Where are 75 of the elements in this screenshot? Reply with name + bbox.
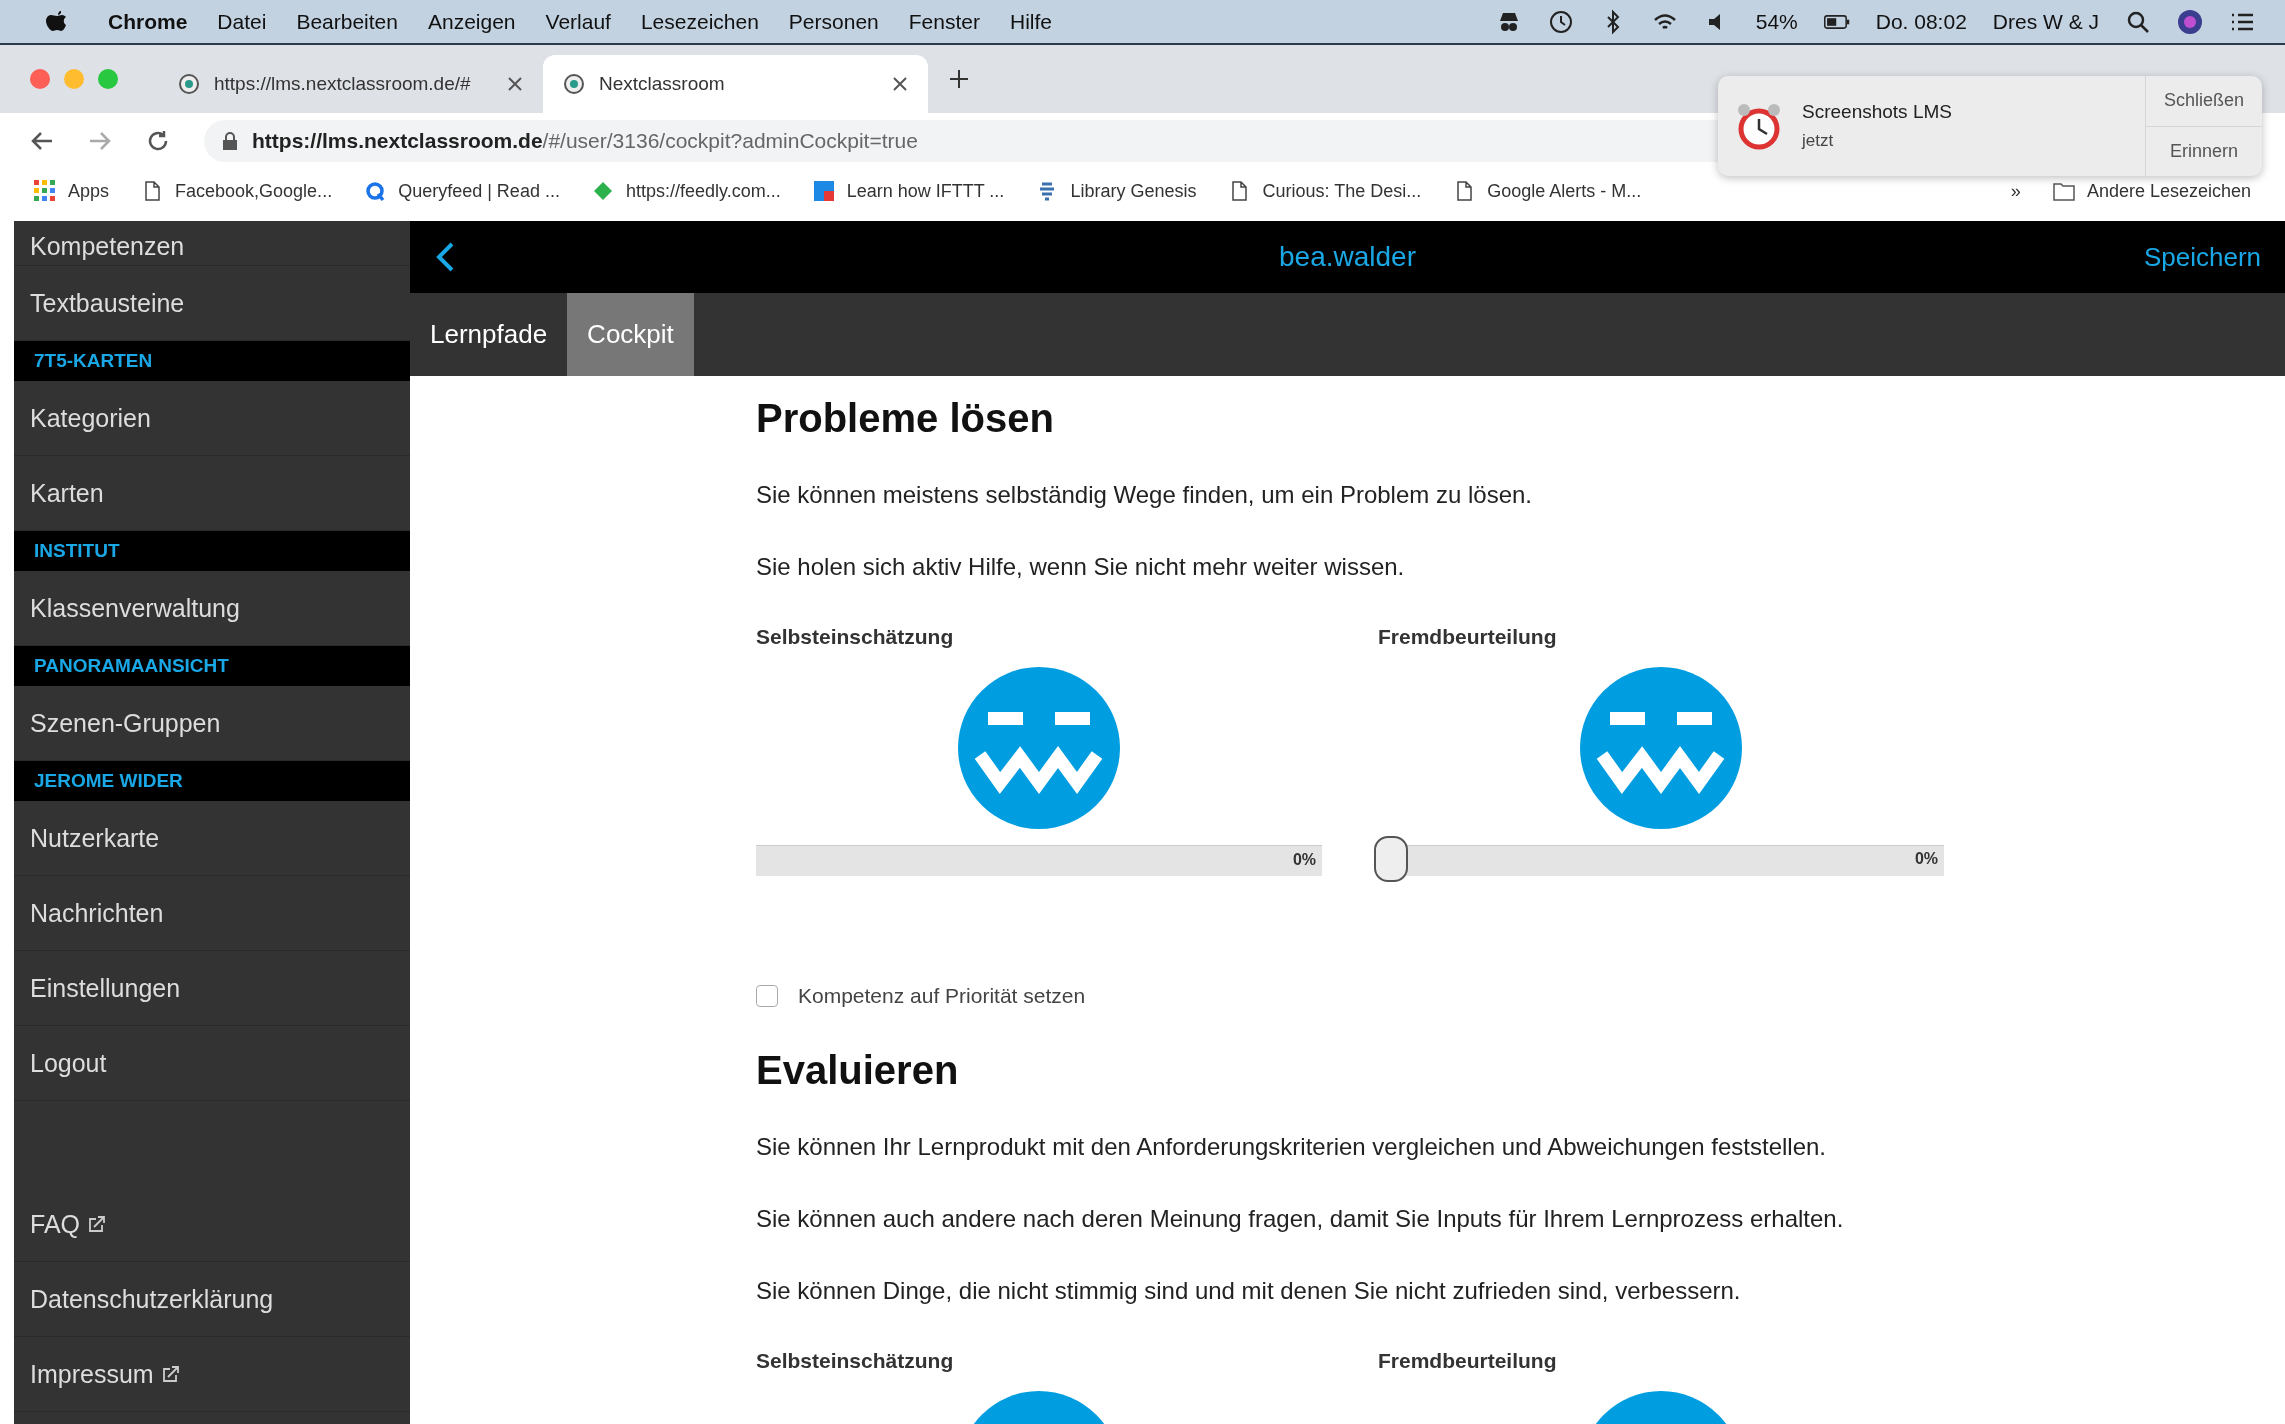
bookmark[interactable]: Google Alerts - M... (1453, 180, 1642, 202)
assessment-label: Selbsteinschätzung (756, 625, 955, 649)
assessment-label: Selbsteinschätzung (756, 1349, 955, 1373)
bookmark[interactable]: Library Genesis (1036, 180, 1197, 202)
browser-tab[interactable]: Nextclassroom (543, 55, 928, 113)
sidebar-item[interactable]: Kategorien (14, 381, 410, 456)
assessment-label: Fremdbeurteilung (1378, 1349, 1558, 1373)
notification-title: Screenshots LMS (1802, 101, 1952, 123)
assessment-label: Fremdbeurteilung (1378, 625, 1558, 649)
bookmark[interactable]: Facebook,Google... (141, 180, 333, 202)
notification-button[interactable]: Erinnern (2146, 125, 2262, 176)
browser-tab[interactable]: https://lms.nextclassroom.de/# (158, 55, 543, 113)
save-link[interactable]: Speichern (2143, 241, 2261, 273)
tab[interactable]: Lernpfade (410, 293, 568, 376)
statement-text: Sie können Ihr Lernprodukt mit den Anforderungskriterien vergleichen und Abweichungen feststellen. (756, 1133, 1827, 1161)
percent-value: 0% (1292, 851, 1316, 869)
menu-item[interactable]: Anzeigen (427, 9, 516, 34)
sidebar-link[interactable]: FAQ (14, 1187, 410, 1262)
menu-item[interactable]: Verlauf (545, 9, 611, 34)
close-icon[interactable] (892, 76, 908, 92)
statement-text: Sie können auch andere nach deren Meinung fragen, damit Sie Inputs für Ihrem Lernprozess erhalten. (756, 1205, 1845, 1233)
sidebar-link[interactable]: Impressum (14, 1337, 410, 1412)
user-title: bea.walder (1279, 241, 1416, 272)
orb-icon[interactable] (2177, 8, 2203, 35)
sidebar-item[interactable]: Kompetenzen (14, 221, 410, 266)
notification-time: jetzt (1802, 131, 1835, 151)
statement-text: Sie holen sich aktiv Hilfe, wenn Sie nicht mehr weiter wissen. (756, 553, 1406, 581)
section-heading: Evaluieren (756, 1048, 960, 1093)
grimace-face-icon (1580, 667, 1742, 829)
menu-item[interactable]: Fenster (908, 9, 980, 34)
back-chevron-icon[interactable] (434, 241, 456, 273)
close-icon[interactable] (507, 76, 523, 92)
clock-text[interactable]: Do. 08:02 (1875, 9, 1967, 34)
sidebar-item[interactable]: Logout (14, 1026, 410, 1101)
app-menu[interactable]: Chrome (108, 9, 188, 34)
bookmark[interactable]: Queryfeed | Read ... (364, 180, 560, 202)
lock-icon (222, 132, 238, 150)
globe-icon (563, 73, 585, 95)
bookmark[interactable]: Curious: The Desi... (1228, 180, 1422, 202)
bookmark-folder[interactable]: Andere Lesezeichen (2052, 180, 2251, 202)
sidebar-item[interactable]: Nutzerkarte (14, 801, 410, 876)
square-logo-icon (812, 180, 835, 202)
user-name[interactable]: Dres W & J (1992, 9, 2099, 34)
more-bookmarks-button[interactable]: » (2010, 180, 2021, 202)
sidebar-section-header: JEROME WIDER (14, 761, 410, 801)
menu-item[interactable]: Hilfe (1009, 9, 1052, 34)
checkbox-label: Kompetenz auf Priorität setzen (798, 984, 1086, 1008)
sidebar-item[interactable]: Nachrichten (14, 876, 410, 951)
folder-icon (2052, 180, 2075, 202)
menu-item[interactable]: Datei (217, 9, 267, 34)
section-heading: Probleme lösen (756, 396, 1055, 441)
tab[interactable]: Cockpit (567, 293, 694, 376)
new-tab-icon[interactable] (948, 68, 970, 90)
statement-text: Sie können Dinge, die nicht stimmig sind und mit denen Sie nicht zufrieden sind, verbessern. (756, 1277, 1742, 1305)
bookmark[interactable]: https://feedly.com... (591, 180, 781, 202)
q-logo-icon (364, 180, 387, 202)
reload-icon[interactable] (146, 129, 170, 153)
bookmark[interactable]: Learn how IFTTT ... (812, 180, 1005, 202)
sidebar-item[interactable]: Einstellungen (14, 951, 410, 1026)
sidebar-section-header: INSTITUT (14, 531, 410, 571)
apps-grid-icon (34, 180, 56, 202)
sidebar-link[interactable]: Datenschutzerklärung (14, 1262, 410, 1337)
percent-value: 0% (1914, 850, 1938, 868)
grimace-face-icon (958, 667, 1120, 829)
menu-item[interactable]: Lesezeichen (640, 9, 759, 34)
menu-item[interactable]: Personen (788, 9, 879, 34)
battery-percent: 54% (1755, 9, 1798, 34)
statement-text: Sie können meistens selbständig Wege finden, um ein Problem zu lösen. (756, 481, 1533, 509)
sidebar-section-header: PANORAMAANSICHT (14, 646, 410, 686)
history-clock-icon[interactable] (1547, 8, 1574, 35)
bookmark[interactable]: Apps (34, 180, 110, 202)
sidebar-section-header: 7T5-KARTEN (14, 341, 410, 381)
globe-icon (178, 73, 200, 95)
menu-item[interactable]: Bearbeiten (296, 9, 398, 34)
checkbox[interactable] (756, 985, 778, 1007)
